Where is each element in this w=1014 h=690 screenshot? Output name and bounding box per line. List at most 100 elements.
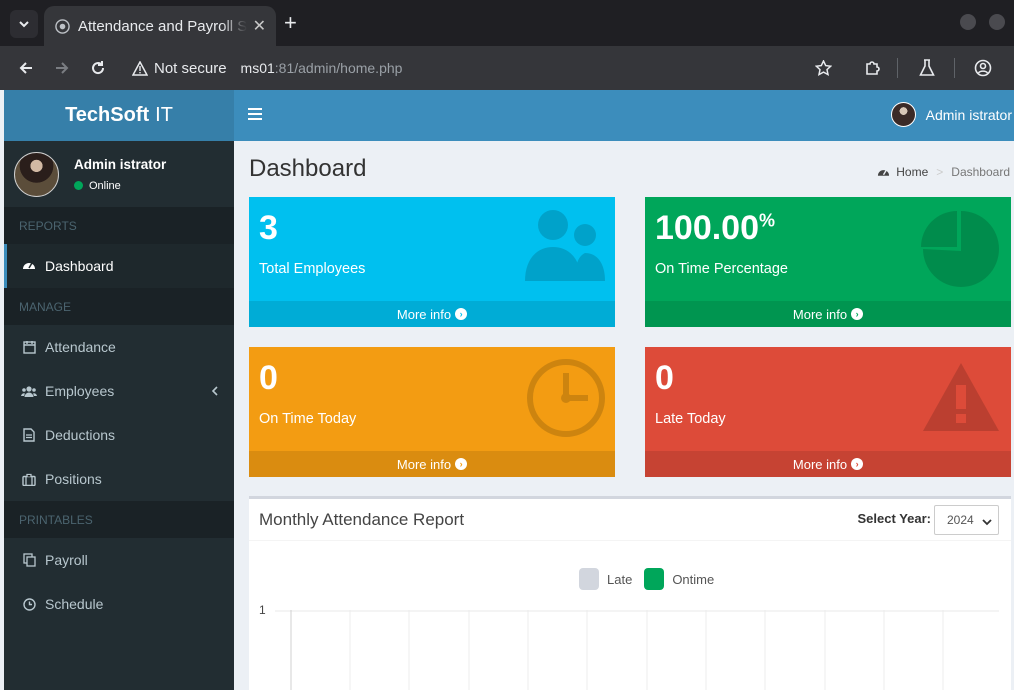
sidebar-toggle-button[interactable] bbox=[248, 108, 262, 122]
user-status: Online bbox=[74, 180, 166, 192]
top-navbar: Admin istrator bbox=[234, 90, 1014, 141]
sidebar-item-schedule[interactable]: Schedule bbox=[4, 582, 234, 626]
sidebar-item-deductions[interactable]: Deductions bbox=[4, 413, 234, 457]
chevron-down-icon bbox=[982, 515, 992, 529]
year-select-value: 2024 bbox=[947, 513, 974, 527]
stat-number: 0 bbox=[259, 359, 278, 397]
clock-icon bbox=[525, 357, 607, 444]
profile-button[interactable] bbox=[973, 58, 993, 78]
sidebar-item-label: Deductions bbox=[45, 427, 116, 443]
stat-label: Total Employees bbox=[259, 261, 366, 277]
sidebar-item-positions[interactable]: Positions bbox=[4, 457, 234, 501]
main-content: Dashboard Home > Dashboard 3 Total Emplo… bbox=[234, 141, 1014, 690]
sidebar-item-employees[interactable]: Employees bbox=[4, 369, 234, 413]
brand-suffix: IT bbox=[155, 104, 173, 126]
users-icon bbox=[21, 383, 37, 399]
new-tab-button[interactable]: + bbox=[284, 12, 297, 34]
window-close-button[interactable] bbox=[989, 14, 1005, 30]
sidebar-item-attendance[interactable]: Attendance bbox=[4, 325, 234, 369]
security-label: Not secure bbox=[154, 59, 227, 77]
sidebar-item-payroll[interactable]: Payroll bbox=[4, 538, 234, 582]
hamburger-icon-line bbox=[248, 113, 262, 115]
bookmark-button[interactable] bbox=[813, 58, 833, 78]
more-info-link[interactable]: More info › bbox=[645, 301, 1011, 327]
more-info-link[interactable]: More info › bbox=[249, 301, 615, 327]
copy-icon bbox=[21, 552, 37, 568]
url-text[interactable]: ms01:81/admin/home.php bbox=[241, 60, 403, 76]
stat-value: 3 bbox=[259, 209, 278, 248]
user-panel: Admin istrator Online bbox=[4, 141, 234, 207]
hamburger-icon-line bbox=[248, 108, 262, 110]
stat-label: Late Today bbox=[655, 411, 726, 427]
users-icon bbox=[523, 207, 607, 288]
more-info-label: More info bbox=[396, 456, 452, 472]
stat-label: On Time Today bbox=[259, 411, 357, 427]
toolbar-divider bbox=[954, 58, 955, 78]
report-header: Monthly Attendance Report Select Year: 2… bbox=[249, 499, 1011, 541]
window-minimize-button[interactable] bbox=[960, 14, 976, 30]
monthly-attendance-report: Monthly Attendance Report Select Year: 2… bbox=[249, 496, 1011, 690]
arrow-circle-right-icon: › bbox=[455, 308, 468, 320]
user-menu-name: Admin istrator bbox=[925, 106, 1012, 123]
arrow-circle-right-icon: › bbox=[851, 308, 864, 320]
more-info-label: More info bbox=[792, 456, 848, 472]
stat-box-total-employees: 3 Total Employees More info › bbox=[249, 197, 615, 327]
more-info-label: More info bbox=[792, 306, 848, 322]
reload-icon bbox=[92, 61, 105, 75]
stat-box-on-time-percentage: 100.00% On Time Percentage More info › bbox=[645, 197, 1011, 327]
tab-search-button[interactable] bbox=[10, 10, 38, 38]
file-icon bbox=[21, 427, 37, 443]
select-year-label: Select Year: bbox=[857, 511, 931, 526]
chevron-left-icon bbox=[211, 383, 218, 399]
reload-button[interactable] bbox=[88, 58, 108, 78]
sidebar-item-label: Positions bbox=[45, 471, 102, 487]
report-title: Monthly Attendance Report bbox=[259, 510, 465, 529]
chart-grid bbox=[275, 610, 999, 690]
legend-swatch-ontime bbox=[644, 568, 665, 590]
stat-number: 100.00 bbox=[655, 209, 759, 247]
more-info-link[interactable]: More info › bbox=[249, 451, 615, 477]
breadcrumb-home-link[interactable]: Home bbox=[896, 165, 928, 179]
dashboard-icon bbox=[21, 258, 37, 274]
address-bar[interactable]: Not secure ms01:81/admin/home.php bbox=[122, 50, 846, 86]
star-icon bbox=[814, 59, 832, 76]
sidebar-header-manage: MANAGE bbox=[4, 288, 234, 325]
dashboard-icon bbox=[877, 166, 890, 178]
y-axis-tick: 1 bbox=[259, 603, 266, 617]
legend-swatch-late bbox=[579, 568, 599, 590]
sidebar-item-dashboard[interactable]: Dashboard bbox=[4, 244, 234, 288]
globe-icon bbox=[54, 18, 70, 34]
user-status-label: Online bbox=[89, 179, 121, 192]
brand-logo[interactable]: TechSoft IT bbox=[4, 90, 234, 141]
sidebar-item-label: Employees bbox=[45, 383, 115, 399]
stat-box-on-time-today: 0 On Time Today More info › bbox=[249, 347, 615, 477]
forward-button[interactable] bbox=[52, 58, 72, 78]
avatar bbox=[890, 102, 916, 127]
hamburger-icon-line bbox=[248, 118, 262, 120]
page-title: Dashboard bbox=[249, 155, 367, 182]
sidebar-item-label: Payroll bbox=[45, 552, 88, 568]
more-info-label: More info bbox=[396, 306, 452, 322]
browser-tab[interactable]: Attendance and Payroll System ✕ bbox=[44, 6, 276, 46]
stat-number: 0 bbox=[655, 359, 674, 397]
year-select[interactable]: 2024 bbox=[934, 505, 999, 535]
labs-button[interactable] bbox=[917, 58, 937, 78]
stat-value: 0 bbox=[259, 359, 278, 398]
sidebar-item-label: Attendance bbox=[45, 339, 116, 355]
back-button[interactable] bbox=[16, 58, 36, 78]
browser-tab-bar: Attendance and Payroll System ✕ + bbox=[0, 0, 1014, 46]
stat-value: 100.00% bbox=[655, 209, 775, 248]
sidebar-item-label: Dashboard bbox=[45, 258, 114, 274]
online-dot-icon bbox=[74, 181, 83, 190]
more-info-link[interactable]: More info › bbox=[645, 451, 1011, 477]
security-indicator[interactable]: Not secure bbox=[132, 60, 227, 77]
breadcrumb: Home > Dashboard bbox=[877, 165, 1010, 179]
tab-close-icon[interactable]: ✕ bbox=[253, 16, 266, 36]
arrow-right-icon bbox=[56, 62, 69, 74]
stat-label: On Time Percentage bbox=[655, 261, 788, 277]
extensions-button[interactable] bbox=[863, 58, 883, 78]
user-menu[interactable]: Admin istrator bbox=[890, 102, 1012, 127]
url-path: :81/admin/home.php bbox=[274, 60, 403, 76]
legend-label-late: Late bbox=[607, 571, 633, 587]
arrow-circle-right-icon: › bbox=[851, 458, 864, 470]
